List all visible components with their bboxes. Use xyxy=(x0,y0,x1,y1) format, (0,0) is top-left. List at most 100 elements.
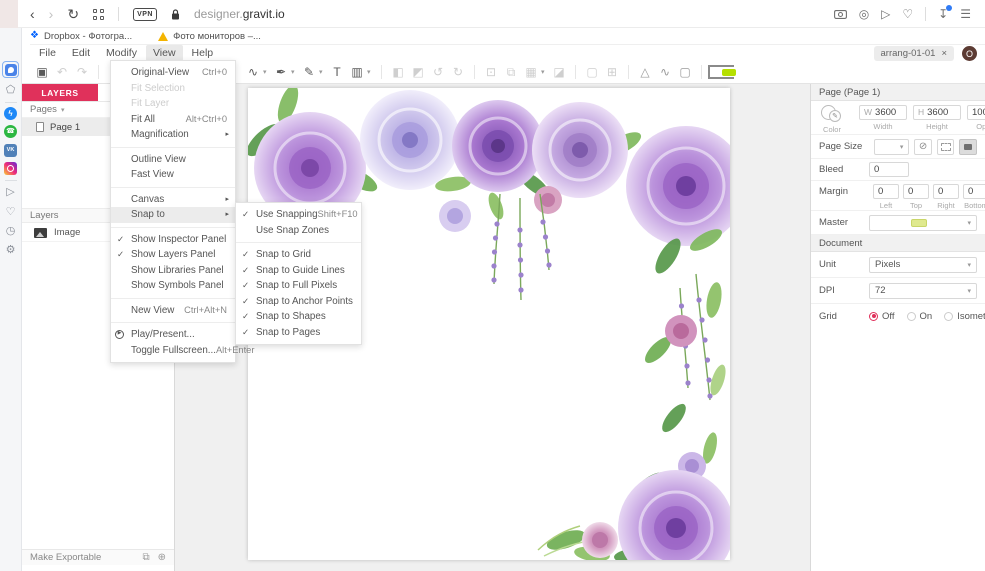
portrait-button[interactable] xyxy=(936,138,955,155)
menu-item-snap-to[interactable]: Snap to ▸ xyxy=(111,207,235,223)
assistant-icon[interactable] xyxy=(2,61,19,78)
bookmark-drive[interactable]: Фото мониторов –... xyxy=(158,31,261,42)
menu-item-show-layers-panel[interactable]: ✓ Show Layers Panel xyxy=(111,247,235,263)
scan-extension-icon[interactable]: ◎ xyxy=(859,8,869,20)
history-icon[interactable]: ◷ xyxy=(3,224,18,239)
redo-icon[interactable]: ↷ xyxy=(72,66,92,78)
chevron-down-icon[interactable]: ▾ xyxy=(367,68,375,76)
transform-icon[interactable]: ⊡ xyxy=(481,66,501,78)
chevron-down-icon[interactable]: ▾ xyxy=(319,68,327,76)
rotate-cw-icon[interactable]: ↻ xyxy=(448,66,468,78)
menu-item-original-view[interactable]: Original-View Ctrl+0 xyxy=(111,65,235,81)
favorites-icon[interactable]: ♡ xyxy=(902,8,913,20)
menu-item-show-libraries-panel[interactable]: Show Libraries Panel xyxy=(111,263,235,279)
image-tool-icon[interactable]: ▥ xyxy=(347,66,367,78)
browser-menu-icon[interactable]: ☰ xyxy=(960,8,971,20)
likes-icon[interactable]: ♡ xyxy=(3,205,18,220)
send-extension-icon[interactable]: ▷ xyxy=(881,8,890,20)
no-orientation-button[interactable]: ⊘ xyxy=(914,138,932,155)
bookmark-dropbox[interactable]: ❖ Dropbox - Фотогра... xyxy=(30,31,132,42)
menu-item-snap-to-pages[interactable]: ✓ Snap to Pages xyxy=(236,325,361,341)
menu-item-snap-to-anchor-points[interactable]: ✓ Snap to Anchor Points xyxy=(236,294,361,310)
menu-file[interactable]: File xyxy=(32,45,63,61)
margin-right-field[interactable]: 0 xyxy=(933,184,959,199)
chevron-down-icon[interactable]: ▾ xyxy=(291,68,299,76)
flip-vertical-icon[interactable]: ◩ xyxy=(408,66,428,78)
opacity-field[interactable]: 100% xyxy=(967,104,985,120)
lock-icon[interactable] xyxy=(171,8,180,20)
boolean-subtract-icon[interactable]: ⊞ xyxy=(602,66,622,78)
flip-horizontal-icon[interactable]: ◧ xyxy=(388,66,408,78)
margin-left-field[interactable]: 0 xyxy=(873,184,899,199)
add-export-icon[interactable]: ⊕ xyxy=(158,552,166,563)
curve-tool-icon[interactable]: ∿ xyxy=(243,66,263,78)
marquee-icon[interactable]: ▢ xyxy=(675,66,695,78)
save-icon[interactable]: ▣ xyxy=(32,66,52,78)
grid-on-radio[interactable]: On xyxy=(906,311,932,322)
menu-item-play-present[interactable]: ▶ Play/Present... xyxy=(111,327,235,343)
menu-view[interactable]: View xyxy=(145,45,183,61)
height-field[interactable]: H 3600 xyxy=(913,104,961,120)
more-dots-icon[interactable]: ⋯ xyxy=(3,565,18,571)
address-bar[interactable]: designer.gravit.io xyxy=(194,7,285,21)
menu-item-snap-to-shapes[interactable]: ✓ Snap to Shapes xyxy=(236,309,361,325)
back-icon[interactable]: ‹ xyxy=(30,7,35,21)
chevron-down-icon[interactable]: ▾ xyxy=(263,68,271,76)
bleed-field[interactable]: 0 xyxy=(869,162,909,177)
page-size-dropdown[interactable]: ▾ xyxy=(874,138,910,155)
menu-item-show-symbols-panel[interactable]: Show Symbols Panel xyxy=(111,278,235,294)
export-slice-icon[interactable] xyxy=(708,65,736,79)
export-stack-icon[interactable]: ⧉ xyxy=(142,552,149,563)
landscape-button[interactable] xyxy=(959,138,978,155)
master-dropdown[interactable]: ▾ xyxy=(869,214,977,231)
avatar[interactable]: O xyxy=(962,46,977,61)
unit-dropdown[interactable]: Pixels ▾ xyxy=(869,256,977,273)
menu-item-fit-all[interactable]: Fit All Alt+Ctrl+0 xyxy=(111,112,235,128)
undo-icon[interactable]: ↶ xyxy=(52,66,72,78)
text-tool-icon[interactable]: T xyxy=(327,66,347,78)
close-icon[interactable]: × xyxy=(941,48,947,59)
menu-item-show-inspector-panel[interactable]: ✓ Show Inspector Panel xyxy=(111,232,235,248)
pen-tool-icon[interactable]: ✒ xyxy=(271,66,291,78)
menu-help[interactable]: Help xyxy=(185,45,221,61)
menu-item-magnification[interactable]: Magnification ▸ xyxy=(111,127,235,143)
whatsapp-icon[interactable]: ☎ xyxy=(3,124,18,139)
make-exportable-bar[interactable]: Make Exportable ⧉ ⊕ xyxy=(22,549,174,565)
tab-groups-icon[interactable] xyxy=(93,8,105,20)
dpi-dropdown[interactable]: 72 ▾ xyxy=(869,282,977,299)
menu-item-new-view[interactable]: New View Ctrl+Alt+N xyxy=(111,303,235,319)
grid-off-radio[interactable]: Off xyxy=(869,311,895,322)
menu-item-canvas[interactable]: Canvas ▸ xyxy=(111,192,235,208)
menu-item-snap-to-guide-lines[interactable]: ✓ Snap to Guide Lines xyxy=(236,263,361,279)
menu-item-use-snapping[interactable]: ✓ Use Snapping Shift+F10 xyxy=(236,207,361,223)
group-icon[interactable]: ▦ xyxy=(521,66,541,78)
menu-item-fast-view[interactable]: Fast View xyxy=(111,167,235,183)
downloads-icon[interactable]: ↧ xyxy=(938,5,953,20)
menu-edit[interactable]: Edit xyxy=(65,45,97,61)
edit-color-icon[interactable]: ✎ xyxy=(829,109,841,122)
chevron-down-icon[interactable]: ▾ xyxy=(541,68,549,76)
menu-item-snap-to-grid[interactable]: ✓ Snap to Grid xyxy=(236,247,361,263)
messenger-icon[interactable]: ϟ xyxy=(3,106,18,121)
grid-isometric-radio[interactable]: Isometric xyxy=(944,311,985,322)
settings-gear-icon[interactable]: ⚙ xyxy=(3,243,18,258)
menu-item-use-snap-zones[interactable]: Use Snap Zones xyxy=(236,223,361,239)
menu-item-snap-to-full-pixels[interactable]: ✓ Snap to Full Pixels xyxy=(236,278,361,294)
instagram-icon[interactable] xyxy=(3,161,18,176)
screenshot-extension-icon[interactable] xyxy=(833,9,847,19)
forward-icon[interactable]: › xyxy=(49,7,54,21)
shape-icon[interactable]: △ xyxy=(635,66,655,78)
vpn-badge[interactable]: VPN xyxy=(133,7,157,21)
telegram-icon[interactable]: ▷ xyxy=(3,185,18,200)
pentagon-icon[interactable]: ⬠ xyxy=(3,83,18,98)
menu-item-toggle-fullscreen[interactable]: Toggle Fullscreen... Alt+Enter xyxy=(111,343,254,359)
reload-icon[interactable]: ↻ xyxy=(67,7,79,21)
menu-modify[interactable]: Modify xyxy=(99,45,144,61)
brush-tool-icon[interactable]: ✎ xyxy=(299,66,319,78)
vk-icon[interactable]: VK xyxy=(3,143,18,158)
margin-bottom-field[interactable]: 0 xyxy=(963,184,985,199)
page-color-control[interactable]: ✎ Color xyxy=(819,104,853,134)
margin-top-field[interactable]: 0 xyxy=(903,184,929,199)
document-tab[interactable]: arrang-01-01 × xyxy=(873,46,954,61)
mask-icon[interactable]: ◪ xyxy=(549,66,569,78)
